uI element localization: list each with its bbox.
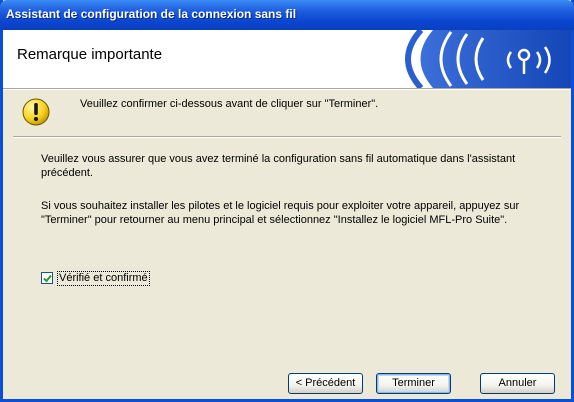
header-banner: Remarque importante [3,30,571,88]
instruction-paragraph-1: Veuillez vous assurer que vous avez term… [41,153,516,179]
back-button[interactable]: < Précédent [288,373,363,394]
wizard-window: Assistant de configuration de la connexi… [0,0,574,402]
checkmark-icon [43,274,52,283]
warning-exclamation-icon [22,98,50,126]
window-title: Assistant de configuration de la connexi… [6,7,297,21]
warning-text: Veuillez confirmer ci-dessous avant de c… [80,98,379,110]
confirm-checkbox-label[interactable]: Vérifié et confirmé [57,271,150,286]
finish-button[interactable]: Terminer [376,373,451,394]
confirm-checkbox[interactable] [41,272,53,284]
cancel-button[interactable]: Annuler [480,373,555,394]
wireless-waves-icon [405,30,571,88]
content-divider [13,136,561,138]
instruction-paragraph-2: Si vous souhaitez installer les pilotes … [41,200,520,226]
warning-row: Veuillez confirmer ci-dessous avant de c… [3,90,571,134]
title-bar[interactable]: Assistant de configuration de la connexi… [0,0,574,30]
